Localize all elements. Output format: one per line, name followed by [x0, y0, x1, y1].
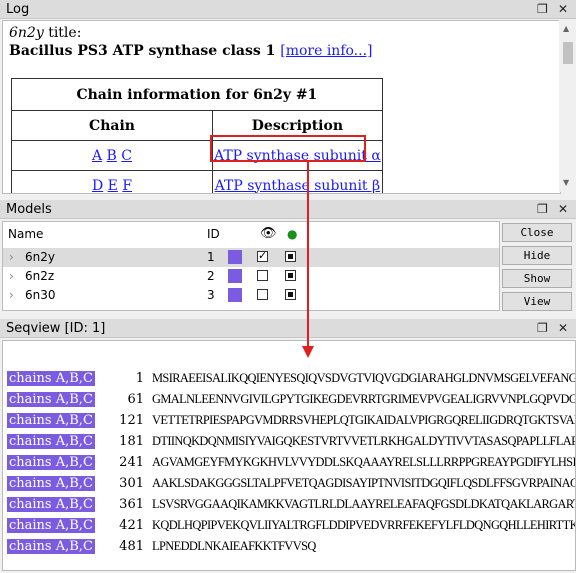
models-title-bar: Models ❐ ✕	[0, 200, 576, 219]
residue-sequence[interactable]: AGVAMGEYFMYKGKHVLVVYDDLSKQAAAYRELSLLLRRP…	[152, 455, 575, 470]
residue-number: 181	[119, 434, 144, 449]
model-name: 6n30	[25, 288, 56, 302]
chain-cell: A B C	[11, 140, 213, 171]
chevron-right-icon[interactable]: ›	[9, 269, 14, 283]
model-name: 6n2z	[25, 269, 55, 283]
description-cell: ATP synthase subunit β	[212, 170, 383, 194]
pointer-icon: ●	[287, 227, 298, 241]
shown-checkbox[interactable]: ✓	[257, 249, 268, 262]
column-header-id[interactable]: ID	[207, 222, 220, 246]
float-window-icon[interactable]: ❐	[537, 321, 548, 335]
models-panel-title: Models	[6, 202, 52, 217]
model-id: 3	[207, 288, 215, 302]
hide-button[interactable]: Hide	[502, 246, 572, 265]
shown-checkbox[interactable]	[257, 270, 268, 281]
log-panel-title: Log	[6, 2, 30, 17]
seqview-title-bar: Seqview [ID: 1] ❐ ✕	[0, 319, 576, 338]
scroll-up-icon[interactable]: ▲	[563, 24, 569, 33]
view-button[interactable]: View	[502, 292, 572, 311]
log-scrollbar[interactable]: ▲ ▼	[559, 20, 576, 192]
show-button[interactable]: Show	[502, 269, 572, 288]
model-id: 2	[207, 269, 215, 283]
select-checkbox[interactable]	[285, 270, 296, 281]
sequence-viewer[interactable]: chains A,B,C 1 MSIRAEEISALIKQQIENYESQIQVSD…	[2, 340, 576, 571]
log-title-bar: Log ❐ ✕	[0, 0, 576, 19]
close-icon[interactable]: ✕	[558, 202, 568, 216]
chain-label[interactable]: chains A,B,C	[7, 371, 95, 386]
float-window-icon[interactable]: ❐	[537, 2, 548, 16]
residue-number: 1	[135, 371, 144, 386]
column-header-chain: Chain	[11, 110, 213, 141]
more-info-link[interactable]: [more info...]	[280, 43, 372, 59]
residue-number: 361	[119, 497, 144, 512]
chain-label[interactable]: chains A,B,C	[7, 413, 95, 428]
chain-link[interactable]: A	[92, 148, 102, 164]
residue-number: 61	[127, 392, 144, 407]
residue-sequence[interactable]: VETTETRPIESPAPGVMDRRSVHEPLQTGIKAIDALVPIG…	[152, 413, 575, 428]
chain-link[interactable]: D	[92, 178, 103, 194]
select-checkbox[interactable]	[285, 289, 296, 300]
chain-label[interactable]: chains A,B,C	[7, 539, 95, 554]
chevron-right-icon[interactable]: ›	[9, 250, 14, 264]
structure-id: 6n2y	[9, 25, 44, 41]
chevron-right-icon[interactable]: ›	[9, 288, 14, 302]
chain-label[interactable]: chains A,B,C	[7, 518, 95, 533]
close-icon[interactable]: ✕	[558, 2, 568, 16]
color-swatch[interactable]	[228, 250, 242, 264]
residue-sequence[interactable]: GMALNLEENNVGIVILGPYTGIKEGDEVRRTGRIMEVPVG…	[152, 392, 575, 407]
eye-icon: 👁	[260, 226, 277, 241]
residue-sequence[interactable]: KQDLHQPIPVEKQVLIIYALTRGFLDDIPVEDVRRFEKEF…	[152, 518, 575, 533]
log-title-line: 6n2y title:	[9, 25, 81, 41]
log-panel: 6n2y title: Bacillus PS3 ATP synthase cl…	[2, 20, 561, 194]
title-suffix: title:	[43, 25, 82, 41]
residue-number: 421	[119, 518, 144, 533]
chain-label[interactable]: chains A,B,C	[7, 434, 95, 449]
residue-number: 481	[119, 539, 144, 554]
shown-checkbox[interactable]	[257, 289, 268, 300]
chain-link[interactable]: B	[107, 148, 117, 164]
table-caption: Chain information for 6n2y #1	[11, 78, 383, 111]
close-button[interactable]: Close	[502, 223, 572, 242]
chain-label[interactable]: chains A,B,C	[7, 392, 95, 407]
residue-sequence[interactable]: DTIINQKDQNMISIYVAIGQKESTVRTVVETLRKHGALDY…	[152, 434, 575, 449]
color-swatch[interactable]	[228, 269, 242, 283]
float-window-icon[interactable]: ❐	[537, 202, 548, 216]
model-row[interactable]: › 6n2z 2	[3, 267, 499, 286]
seqview-panel-title: Seqview [ID: 1]	[6, 321, 106, 336]
residue-sequence[interactable]: MSIRAEEISALIKQQIENYESQIQVSDVGTVIQVGDGIAR…	[152, 371, 575, 386]
chain-label[interactable]: chains A,B,C	[7, 476, 95, 491]
chain-label[interactable]: chains A,B,C	[7, 455, 95, 470]
residue-sequence[interactable]: AAKLSDAKGGGSLTALPFVETQAGDISAYIPTNVISITDG…	[152, 476, 575, 491]
chain-link[interactable]: C	[121, 148, 132, 164]
scroll-down-icon[interactable]: ▼	[563, 178, 569, 187]
model-row[interactable]: › 6n2y 1 ✓	[3, 248, 499, 267]
model-row[interactable]: › 6n30 3	[3, 286, 499, 305]
select-checkbox[interactable]	[285, 251, 296, 262]
model-name: 6n2y	[25, 250, 55, 264]
residue-sequence[interactable]: LSVSRVGGAAQIKAMKKVAGTLRLDLAAYRELEAFAQFGS…	[152, 497, 575, 512]
chain-cell: D E F	[11, 170, 213, 194]
residue-sequence[interactable]: LPNEDDLNKAIEAFKKTFVVSQ	[152, 539, 316, 554]
residue-number: 301	[119, 476, 144, 491]
chain-label[interactable]: chains A,B,C	[7, 497, 95, 512]
color-swatch[interactable]	[228, 288, 242, 302]
column-header-name[interactable]: Name	[8, 222, 43, 246]
scroll-thumb[interactable]	[563, 42, 573, 64]
model-id: 1	[207, 250, 215, 264]
structure-name: Bacillus PS3 ATP synthase class 1	[9, 43, 276, 59]
close-icon[interactable]: ✕	[558, 321, 568, 335]
chain-link[interactable]: E	[108, 178, 118, 194]
residue-number: 121	[119, 413, 144, 428]
callout-highlight-box	[210, 135, 366, 162]
residue-number: 241	[119, 455, 144, 470]
structure-heading: Bacillus PS3 ATP synthase class 1 [more …	[9, 43, 373, 59]
description-link[interactable]: ATP synthase subunit β	[215, 178, 380, 194]
chain-link[interactable]: F	[122, 178, 132, 194]
models-table: Name ID 👁 ● › 6n2y 1 ✓ › 6n2z 2 › 6n30 3	[2, 221, 500, 311]
